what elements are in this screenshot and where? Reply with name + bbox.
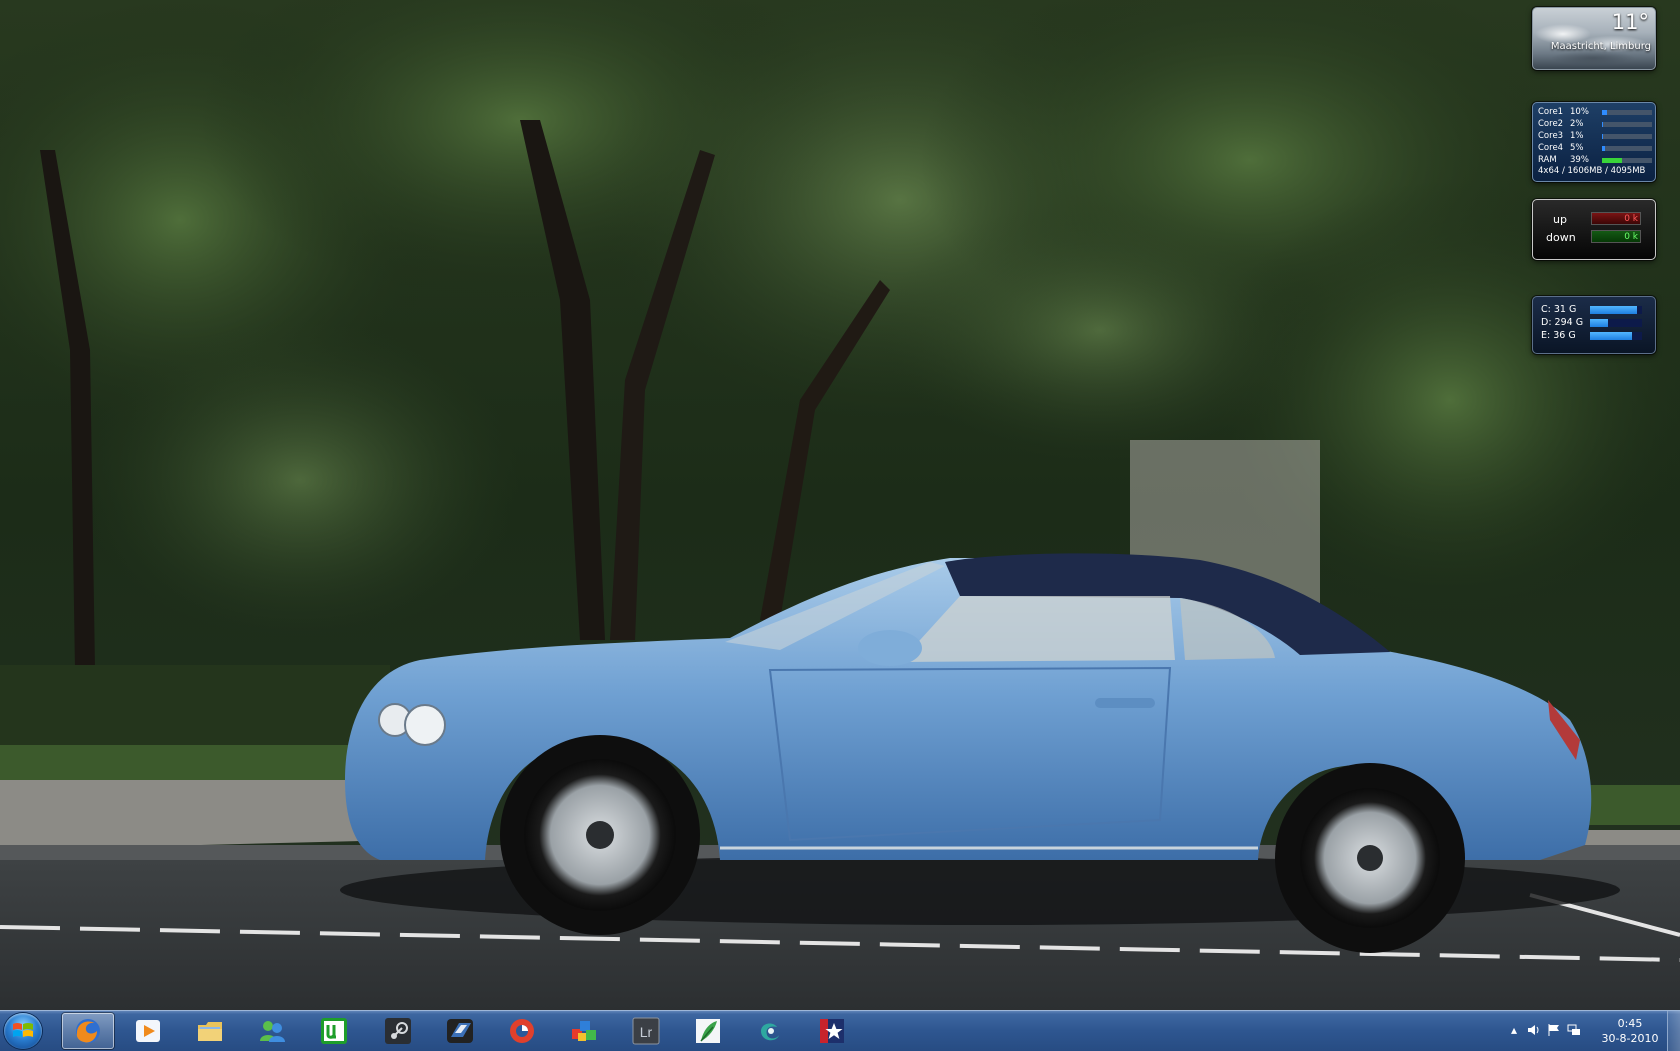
cpu-row-ram: RAM 39% xyxy=(1538,155,1652,166)
cpu-row-core2: Core2 2% xyxy=(1538,119,1652,130)
lightroom-icon-label: Lr xyxy=(640,1024,653,1040)
cpu-row-bar xyxy=(1602,146,1652,151)
volume-icon[interactable] xyxy=(1527,1023,1541,1037)
star-icon xyxy=(820,1019,844,1043)
drive-meter-gadget[interactable]: C: 31 G D: 294 G E: 36 G xyxy=(1532,296,1656,354)
clock-time: 0:45 xyxy=(1617,1017,1643,1030)
taskbar: Lr ▴ 0:45 30-8-2010 xyxy=(0,1010,1680,1051)
folder-icon xyxy=(198,1022,222,1041)
windows-logo-icon xyxy=(13,1023,33,1037)
cpu-row-label: Core1 xyxy=(1538,107,1564,117)
taskbar-explorer[interactable] xyxy=(184,1013,236,1049)
weather-gadget[interactable]: 11° Maastricht, Limburg xyxy=(1532,7,1656,70)
cpu-meter-gadget[interactable]: Core1 10% Core2 2% Core3 1% Core4 5% RAM… xyxy=(1532,102,1656,182)
cpu-meter-footer: 4x64 / 1606MB / 4095MB xyxy=(1538,166,1646,176)
galaxy-icon xyxy=(761,1023,779,1041)
taskbar-ccleaner[interactable] xyxy=(496,1013,548,1049)
taskbar-hd-tool[interactable] xyxy=(434,1013,486,1049)
taskbar-feather-app[interactable] xyxy=(682,1013,734,1049)
system-tray: ▴ 0:45 30-8-2010 xyxy=(1500,1011,1680,1051)
taskbar-star-app[interactable] xyxy=(806,1013,858,1049)
cpu-row-core1: Core1 10% xyxy=(1538,107,1652,118)
drive-c-bar xyxy=(1590,306,1642,314)
taskbar-media-player[interactable] xyxy=(122,1013,174,1049)
cpu-row-core4: Core4 5% xyxy=(1538,143,1652,154)
tray-expand-icon[interactable]: ▴ xyxy=(1507,1023,1521,1037)
cpu-row-label: Core3 xyxy=(1538,131,1564,141)
cpu-row-percent: 2% xyxy=(1570,119,1584,129)
cpu-row-percent: 5% xyxy=(1570,143,1584,153)
cpu-row-core3: Core3 1% xyxy=(1538,131,1652,142)
media-player-icon xyxy=(136,1020,160,1042)
taskbar-firefox[interactable] xyxy=(62,1013,114,1049)
hd-tool-icon xyxy=(447,1019,473,1043)
network-down-label: down xyxy=(1546,231,1576,244)
network-icon[interactable] xyxy=(1567,1023,1581,1037)
utorrent-icon xyxy=(321,1018,347,1044)
cpu-row-bar xyxy=(1602,122,1652,127)
cpu-row-percent: 10% xyxy=(1570,107,1589,117)
clock[interactable]: 0:45 30-8-2010 xyxy=(1600,1016,1660,1046)
show-desktop-button[interactable] xyxy=(1667,1011,1680,1051)
clock-date: 30-8-2010 xyxy=(1601,1032,1659,1045)
network-meter-gadget[interactable]: up 0 k down 0 k xyxy=(1532,199,1656,260)
cpu-row-label: Core2 xyxy=(1538,119,1564,129)
cpu-row-label: RAM xyxy=(1538,155,1557,165)
weather-location: Maastricht, Limburg xyxy=(1550,41,1651,52)
taskbar-cubes-app[interactable] xyxy=(558,1013,610,1049)
drive-c-label: C: 31 G xyxy=(1541,304,1577,315)
ccleaner-icon xyxy=(510,1019,534,1043)
taskbar-lightroom[interactable]: Lr xyxy=(620,1013,672,1049)
cpu-row-bar xyxy=(1602,110,1652,115)
action-center-flag-icon[interactable] xyxy=(1547,1023,1561,1037)
drive-d-bar xyxy=(1590,319,1642,327)
drive-d-label: D: 294 G xyxy=(1541,317,1584,328)
start-button[interactable] xyxy=(4,1013,42,1049)
feather-icon xyxy=(696,1019,720,1043)
drive-e-label: E: 36 G xyxy=(1541,330,1576,341)
network-up-value: 0 k xyxy=(1591,212,1641,225)
network-up-label: up xyxy=(1553,213,1567,226)
steam-icon xyxy=(385,1018,411,1044)
desktop-wallpaper xyxy=(0,0,1680,1010)
cubes-icon xyxy=(572,1021,596,1041)
firefox-icon xyxy=(76,1019,100,1043)
cpu-row-label: Core4 xyxy=(1538,143,1564,153)
cpu-row-bar xyxy=(1602,134,1652,139)
taskbar-steam[interactable] xyxy=(372,1013,424,1049)
taskbar-galaxy-app[interactable] xyxy=(744,1013,796,1049)
cpu-row-bar xyxy=(1602,158,1652,163)
messenger-icon xyxy=(260,1021,285,1042)
cpu-row-percent: 1% xyxy=(1570,131,1584,141)
lightroom-icon: Lr xyxy=(632,1017,660,1045)
cpu-row-percent: 39% xyxy=(1570,155,1589,165)
taskbar-messenger[interactable] xyxy=(246,1013,298,1049)
drive-e-bar xyxy=(1590,332,1642,340)
network-down-value: 0 k xyxy=(1591,230,1641,243)
taskbar-utorrent[interactable] xyxy=(308,1013,360,1049)
weather-temperature: 11° xyxy=(1611,10,1649,34)
